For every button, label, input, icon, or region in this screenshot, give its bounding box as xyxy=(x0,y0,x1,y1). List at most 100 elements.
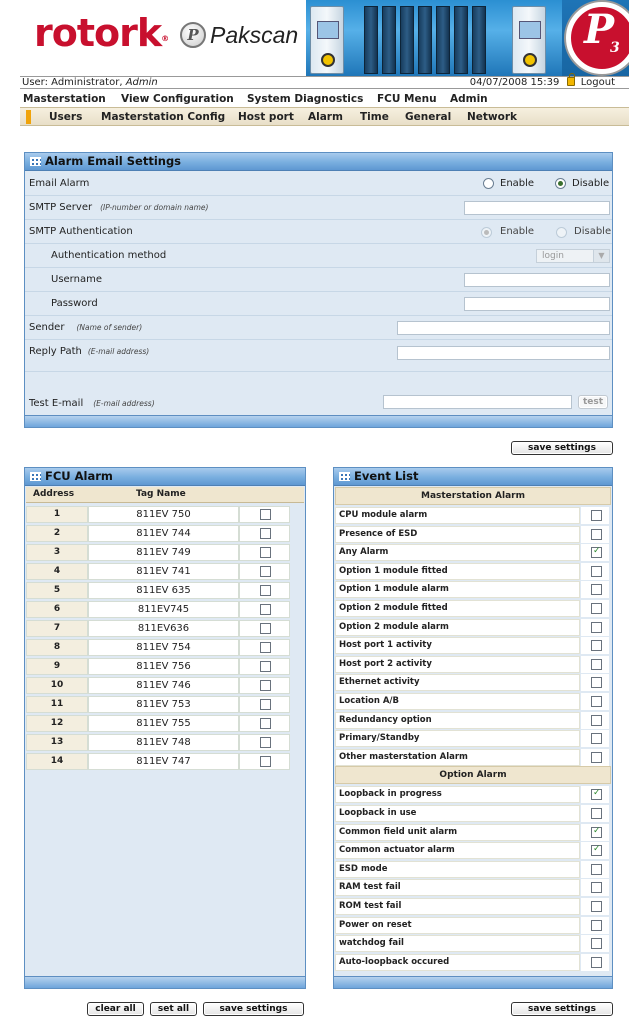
event-label: Power on reset xyxy=(335,916,580,934)
event-checkbox[interactable] xyxy=(591,658,602,670)
smtp-server-row: SMTP Server (IP-number or domain name) xyxy=(25,196,612,220)
fcu-save-settings-button[interactable]: save settings xyxy=(203,1002,304,1016)
password-input[interactable] xyxy=(464,297,610,311)
sender-input[interactable] xyxy=(397,321,610,335)
event-label: Loopback in use xyxy=(335,805,580,822)
fcu-address: 12 xyxy=(26,715,88,732)
event-checkbox[interactable] xyxy=(591,546,602,559)
fcu-alarm-checkbox[interactable] xyxy=(260,718,271,729)
clear-all-button[interactable]: clear all xyxy=(87,1002,144,1016)
event-checkbox[interactable] xyxy=(591,603,602,614)
submenu-alarm[interactable]: Alarm xyxy=(308,108,343,126)
event-checkbox[interactable] xyxy=(591,919,602,931)
fcu-alarm-checkbox[interactable] xyxy=(260,547,271,558)
datetime: 04/07/2008 15:39 xyxy=(469,77,560,88)
event-checkbox[interactable] xyxy=(591,528,602,540)
event-checkbox[interactable] xyxy=(591,714,602,726)
fcu-alarm-checkbox[interactable] xyxy=(260,680,271,691)
submenu-users[interactable]: Users xyxy=(49,108,82,126)
event-checkbox[interactable] xyxy=(591,565,602,577)
fcu-alarm-checkbox[interactable] xyxy=(260,566,271,577)
fcu-tag-name: 811EV636 xyxy=(88,620,239,637)
event-checkbox[interactable] xyxy=(591,510,602,521)
list-item: Auto-loopback occured xyxy=(335,953,611,972)
event-checkbox[interactable] xyxy=(591,584,602,596)
fcu-tag-name: 811EV 741 xyxy=(88,563,239,580)
submenu-host-port[interactable]: Host port xyxy=(238,108,294,126)
menu-fcu-menu[interactable]: FCU Menu xyxy=(377,91,437,107)
event-checkbox[interactable] xyxy=(591,751,602,763)
menu-admin[interactable]: Admin xyxy=(450,91,488,107)
auth-method-row: Authentication method login ▼ xyxy=(25,244,612,268)
menu-masterstation[interactable]: Masterstation xyxy=(23,91,106,107)
smtp-auth-disable-radio[interactable] xyxy=(556,227,567,238)
grid-icon xyxy=(30,157,41,166)
submenu-masterstation-config[interactable]: Masterstation Config xyxy=(101,108,225,126)
username-input[interactable] xyxy=(464,273,610,287)
fcu-address: 6 xyxy=(26,601,88,618)
fcu-address: 9 xyxy=(26,658,88,675)
menu-view-configuration[interactable]: View Configuration xyxy=(121,91,234,107)
fcu-alarm-checkbox[interactable] xyxy=(260,528,271,539)
fcu-alarm-checkbox[interactable] xyxy=(260,585,271,596)
event-checkbox-cell xyxy=(581,842,609,860)
fcu-address: 7 xyxy=(26,620,88,637)
event-checkbox-cell xyxy=(581,674,609,692)
list-item: Any Alarm xyxy=(335,543,611,562)
submenu-general[interactable]: General xyxy=(405,108,451,126)
user-label: User: Administrator, xyxy=(22,77,126,88)
table-row: 1 811EV 750 xyxy=(26,505,290,524)
email-alarm-enable-radio[interactable] xyxy=(483,178,494,189)
fcu-alarm-checkbox[interactable] xyxy=(260,509,271,520)
fcu-alarm-checkbox[interactable] xyxy=(260,604,271,615)
event-label: Location A/B xyxy=(335,693,580,710)
email-alarm-disable-radio[interactable] xyxy=(555,178,566,189)
event-checkbox[interactable] xyxy=(591,677,602,689)
auth-method-select[interactable]: login ▼ xyxy=(536,249,610,263)
events-save-settings-button[interactable]: save settings xyxy=(511,1002,613,1016)
event-checkbox[interactable] xyxy=(591,621,602,633)
event-checkbox[interactable] xyxy=(591,826,602,838)
list-item: Redundancy option xyxy=(335,711,611,730)
event-checkbox[interactable] xyxy=(591,696,602,707)
smtp-server-input[interactable] xyxy=(464,201,610,215)
panel-footer xyxy=(334,976,612,988)
password-row: Password xyxy=(25,292,612,316)
event-checkbox[interactable] xyxy=(591,901,602,912)
smtp-auth-enable-radio[interactable] xyxy=(481,227,492,238)
list-item: Primary/Standby xyxy=(335,729,611,748)
list-item: Common actuator alarm xyxy=(335,841,611,860)
event-label: Option 1 module fitted xyxy=(335,562,580,580)
fcu-alarm-checkbox[interactable] xyxy=(260,756,271,767)
device-slim-icon xyxy=(382,6,396,74)
fcu-alarm-checkbox[interactable] xyxy=(260,699,271,710)
event-checkbox[interactable] xyxy=(591,733,602,745)
event-checkbox[interactable] xyxy=(591,640,602,652)
event-checkbox[interactable] xyxy=(591,938,602,950)
grid-icon xyxy=(339,472,350,481)
event-checkbox[interactable] xyxy=(591,882,602,894)
fcu-tag-name: 811EV 749 xyxy=(88,544,239,561)
submenu-network[interactable]: Network xyxy=(467,108,517,126)
logout-link[interactable]: Logout xyxy=(581,77,615,88)
event-checkbox[interactable] xyxy=(591,788,602,801)
menu-system-diagnostics[interactable]: System Diagnostics xyxy=(247,91,363,107)
fcu-alarm-checkbox[interactable] xyxy=(260,642,271,653)
fcu-alarm-checkbox[interactable] xyxy=(260,623,271,634)
set-all-button[interactable]: set all xyxy=(150,1002,197,1016)
event-checkbox[interactable] xyxy=(591,844,602,857)
reply-path-input[interactable] xyxy=(397,346,610,360)
event-checkbox[interactable] xyxy=(591,956,602,968)
submenu-time[interactable]: Time xyxy=(360,108,389,126)
event-checkbox[interactable] xyxy=(591,808,602,819)
event-checkbox[interactable] xyxy=(591,863,602,875)
fcu-alarm-checkbox[interactable] xyxy=(260,661,271,672)
test-button[interactable]: test xyxy=(578,395,608,409)
event-checkbox-cell xyxy=(581,786,609,804)
email-save-settings-button[interactable]: save settings xyxy=(511,441,613,455)
test-email-input[interactable] xyxy=(383,395,572,409)
fcu-tag-name: 811EV 746 xyxy=(88,677,239,694)
device-slim-icon xyxy=(454,6,468,74)
fcu-alarm-checkbox[interactable] xyxy=(260,737,271,748)
event-label: Presence of ESD xyxy=(335,525,580,543)
